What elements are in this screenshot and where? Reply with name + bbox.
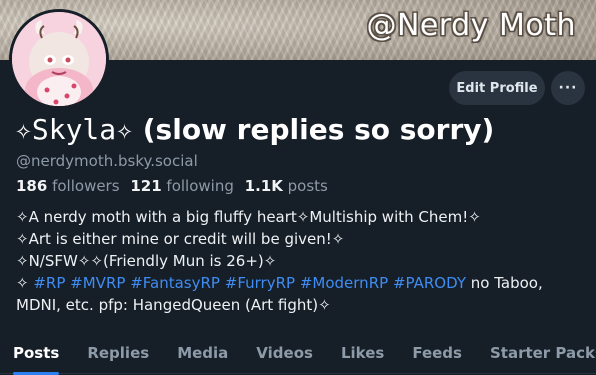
more-options-button[interactable]: ··· bbox=[551, 71, 585, 105]
bio-line: ✧A nerdy moth with a big fluffy heart✧Mu… bbox=[16, 208, 481, 226]
display-name: ✧Skyla✧ (slow replies so sorry) bbox=[15, 113, 494, 146]
following-link[interactable]: 121 following bbox=[130, 177, 234, 195]
profile-tabs: Posts Replies Media Videos Likes Feeds S… bbox=[0, 336, 596, 375]
bio-line-tags: ✧ #RP #MVRP #FantasyRP #FurryRP #ModernR… bbox=[16, 272, 576, 294]
posts-label: posts bbox=[287, 177, 328, 195]
tab-starter-packs[interactable]: Starter Packs bbox=[490, 336, 596, 373]
following-label: following bbox=[166, 177, 234, 195]
profile-stats: 186 followers 121 following 1.1K posts bbox=[16, 177, 334, 195]
bio-line: ✧Art is either mine or credit will be gi… bbox=[16, 230, 345, 248]
bio-suffix: no Taboo, bbox=[466, 274, 543, 292]
tab-videos[interactable]: Videos bbox=[256, 336, 313, 373]
followers-label: followers bbox=[52, 177, 120, 195]
avatar[interactable] bbox=[9, 9, 109, 109]
followers-count: 186 bbox=[16, 177, 48, 195]
hashtag-link-rp[interactable]: #RP bbox=[33, 274, 65, 292]
hashtag-link-modernrp[interactable]: #ModernRP bbox=[300, 274, 388, 292]
hashtag-link-furryrp[interactable]: #FurryRP bbox=[225, 274, 295, 292]
moth-character-avatar-icon bbox=[12, 12, 106, 106]
display-name-suffix: (slow replies so sorry) bbox=[133, 113, 495, 146]
more-dots-icon: ··· bbox=[558, 80, 578, 96]
tab-likes[interactable]: Likes bbox=[341, 336, 384, 373]
profile-handle: @nerdymoth.bsky.social bbox=[16, 152, 198, 170]
bio-line: ✧N/SFW✧✧(Friendly Mun is 26+)✧ bbox=[16, 252, 277, 270]
display-name-stylized: ✧Skyla✧ bbox=[15, 113, 134, 146]
hashtag-link-parody[interactable]: #PARODY bbox=[393, 274, 466, 292]
bio-prefix: ✧ bbox=[16, 274, 34, 292]
profile-bio: ✧A nerdy moth with a big fluffy heart✧Mu… bbox=[16, 206, 576, 316]
banner-watermark: @Nerdy Moth bbox=[366, 8, 576, 43]
followers-link[interactable]: 186 followers bbox=[16, 177, 120, 195]
bio-line: MDNI, etc. pfp: HangedQueen (Art fight)✧ bbox=[16, 296, 331, 314]
tab-media[interactable]: Media bbox=[177, 336, 228, 373]
tab-replies[interactable]: Replies bbox=[87, 336, 149, 373]
hashtag-link-fantasyrp[interactable]: #FantasyRP bbox=[130, 274, 220, 292]
tab-posts[interactable]: Posts bbox=[13, 336, 60, 375]
hashtag-link-mvrp[interactable]: #MVRP bbox=[70, 274, 125, 292]
following-count: 121 bbox=[130, 177, 162, 195]
edit-profile-button[interactable]: Edit Profile bbox=[449, 71, 545, 105]
posts-stat: 1.1K posts bbox=[245, 177, 328, 195]
tab-feeds[interactable]: Feeds bbox=[412, 336, 462, 373]
posts-count: 1.1K bbox=[244, 177, 283, 195]
